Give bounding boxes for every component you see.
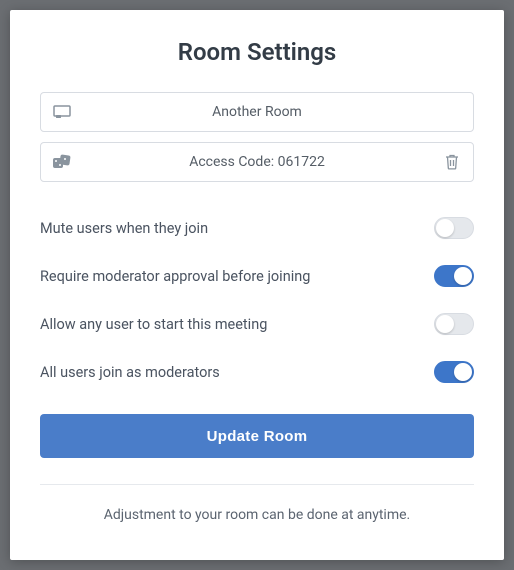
setting-row-allow-start-meeting: Allow any user to start this meeting — [40, 300, 474, 348]
modal-title: Room Settings — [40, 38, 474, 66]
toggle-knob — [454, 267, 472, 285]
toggle-join-as-moderators[interactable] — [434, 361, 474, 383]
toggle-allow-start-meeting[interactable] — [434, 313, 474, 335]
setting-row-require-moderator-approval: Require moderator approval before joinin… — [40, 252, 474, 300]
setting-label: Mute users when they join — [40, 220, 208, 237]
access-code-value: Access Code: 061722 — [83, 154, 431, 170]
chalkboard-icon — [41, 105, 83, 119]
room-settings-modal: Room Settings Another Room Access Code: … — [10, 10, 504, 560]
toggle-knob — [436, 315, 454, 333]
settings-list: Mute users when they join Require moderat… — [40, 204, 474, 396]
access-code-field[interactable]: Access Code: 061722 — [40, 142, 474, 182]
setting-label: Require moderator approval before joinin… — [40, 268, 310, 285]
setting-row-mute-users: Mute users when they join — [40, 204, 474, 252]
toggle-knob — [436, 219, 454, 237]
update-room-button[interactable]: Update Room — [40, 414, 474, 458]
toggle-mute-users[interactable] — [434, 217, 474, 239]
room-name-value: Another Room — [83, 104, 473, 120]
setting-label: Allow any user to start this meeting — [40, 316, 267, 333]
toggle-require-moderator-approval[interactable] — [434, 265, 474, 287]
footnote-text: Adjustment to your room can be done at a… — [40, 507, 474, 523]
room-name-field[interactable]: Another Room — [40, 92, 474, 132]
setting-row-join-as-moderators: All users join as moderators — [40, 348, 474, 396]
trash-icon[interactable] — [431, 154, 473, 170]
divider — [40, 484, 474, 485]
toggle-knob — [454, 363, 472, 381]
dice-icon — [41, 154, 83, 170]
setting-label: All users join as moderators — [40, 364, 220, 381]
